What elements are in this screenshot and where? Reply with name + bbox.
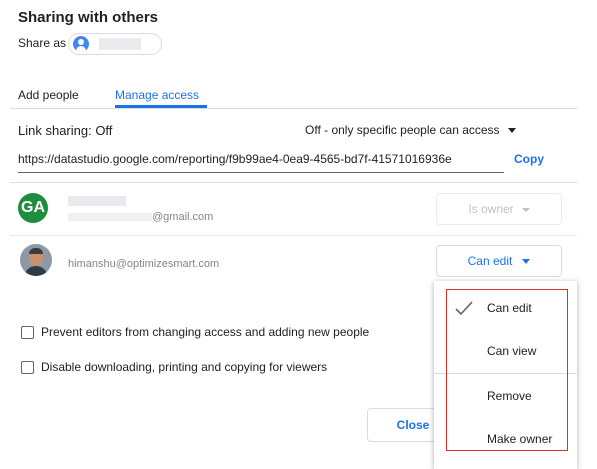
editor-role-dropdown[interactable]: Can edit xyxy=(436,245,562,277)
tabs-divider xyxy=(10,108,577,109)
row-divider xyxy=(10,235,577,236)
owner-role-label: Is owner xyxy=(468,202,514,216)
owner-email-redacted xyxy=(68,213,152,221)
prevent-editors-label: Prevent editors from changing access and… xyxy=(41,325,370,339)
owner-email: @gmail.com xyxy=(152,211,214,223)
tab-add-people[interactable]: Add people xyxy=(18,88,79,102)
share-url-field[interactable]: https://datastudio.google.com/reporting/… xyxy=(18,152,452,166)
disable-downloading-label: Disable downloading, printing and copyin… xyxy=(41,360,328,374)
prevent-editors-checkbox[interactable] xyxy=(21,326,34,339)
owner-avatar: GA xyxy=(18,193,48,223)
copy-link-button[interactable]: Copy xyxy=(514,152,544,166)
account-name-redacted xyxy=(99,38,141,50)
owner-name-redacted xyxy=(68,196,126,206)
caret-down-icon xyxy=(507,128,516,134)
account-avatar-icon xyxy=(73,36,89,52)
url-field-underline xyxy=(18,172,504,173)
share-as-account-chip[interactable] xyxy=(68,33,162,55)
owner-role-dropdown: Is owner xyxy=(436,193,562,225)
link-sharing-status: Link sharing: Off xyxy=(18,123,113,138)
link-sharing-dropdown[interactable]: Off - only specific people can access xyxy=(305,123,516,137)
tab-manage-access[interactable]: Manage access xyxy=(115,88,199,102)
editor-role-label: Can edit xyxy=(467,254,513,268)
section-divider xyxy=(10,182,577,183)
caret-down-icon xyxy=(521,207,530,212)
disable-downloading-checkbox[interactable] xyxy=(21,361,34,374)
caret-down-icon xyxy=(522,259,531,265)
share-as-label: Share as xyxy=(18,36,67,50)
dialog-title: Sharing with others xyxy=(18,9,159,26)
user-photo-avatar xyxy=(20,244,52,276)
editor-email: himanshu@optimizesmart.com xyxy=(68,258,220,270)
annotation-highlight-box xyxy=(446,289,568,451)
link-sharing-setting: Off - only specific people can access xyxy=(305,123,500,137)
